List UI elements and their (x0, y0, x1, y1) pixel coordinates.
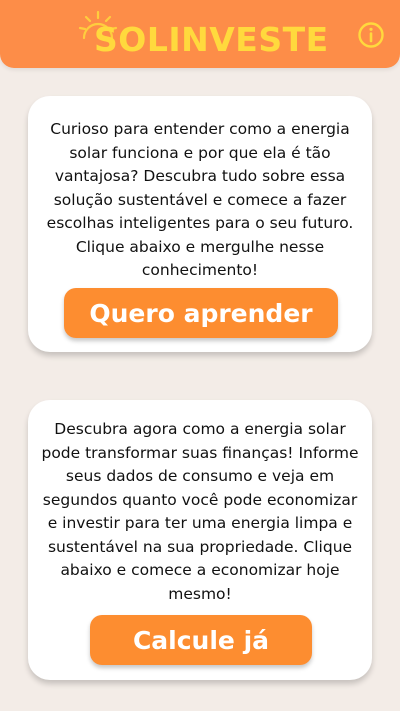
learn-card-text: Curioso para entender como a energia sol… (46, 120, 354, 279)
info-icon[interactable] (356, 20, 386, 50)
learn-button[interactable]: Quero aprender (64, 288, 338, 338)
calculate-card: Descubra agora como a energia solar pode… (28, 400, 372, 680)
app-logo: SOLINVESTE (78, 8, 328, 62)
logo-text: SOLINVESTE (94, 20, 329, 59)
calculate-card-text: Descubra agora como a energia solar pode… (41, 420, 359, 603)
calculate-button[interactable]: Calcule já (90, 615, 312, 665)
app-header: SOLINVESTE (0, 0, 400, 68)
learn-card: Curioso para entender como a energia sol… (28, 96, 372, 352)
